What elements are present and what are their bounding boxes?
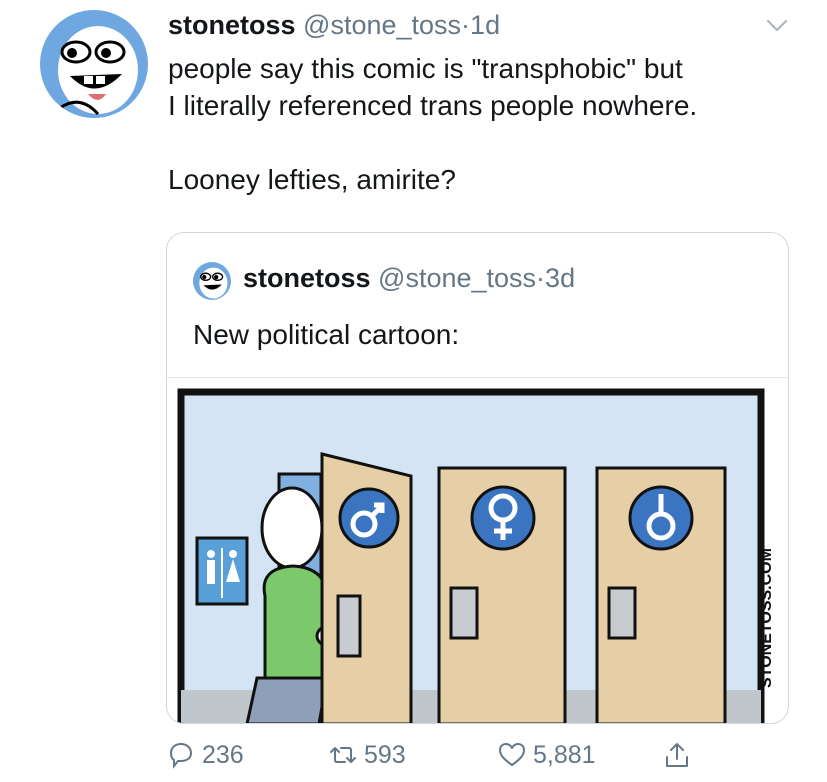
like-button[interactable]: 5,881 xyxy=(497,735,596,775)
tweet-actions: 236 593 5,881 xyxy=(0,735,827,775)
tweet-time[interactable]: 1d xyxy=(470,10,500,40)
quoted-author-avatar[interactable] xyxy=(193,262,231,300)
like-icon xyxy=(499,743,525,766)
comic-image[interactable]: STONETOSS.COM xyxy=(167,377,788,723)
quoted-time[interactable]: 3d xyxy=(545,263,575,293)
restroom-sign-icon xyxy=(195,536,249,606)
quoted-author-name[interactable]: stonetoss xyxy=(243,263,371,293)
share-button[interactable] xyxy=(662,735,698,775)
quoted-author-handle[interactable]: @stone_toss xyxy=(378,263,536,293)
comic-watermark: STONETOSS.COM xyxy=(758,548,775,688)
separator-dot: · xyxy=(536,263,546,293)
share-icon xyxy=(666,743,688,767)
like-count: 5,881 xyxy=(533,740,596,769)
author-name[interactable]: stonetoss xyxy=(168,10,296,40)
tweet-header: stonetoss @stone_toss·1d xyxy=(168,8,500,42)
retweet-icon xyxy=(330,747,356,763)
chevron-down-icon[interactable] xyxy=(762,10,792,40)
reply-icon xyxy=(169,742,193,769)
reply-button[interactable]: 236 xyxy=(166,735,244,775)
author-avatar[interactable] xyxy=(40,10,148,118)
retweet-count: 593 xyxy=(364,740,406,769)
quoted-text: New political cartoon: xyxy=(193,319,460,350)
avatar-face-icon xyxy=(199,267,228,299)
tweet-text-line: people say this comic is "transphobic" b… xyxy=(168,53,683,84)
author-handle[interactable]: @stone_toss xyxy=(303,10,461,40)
quoted-tweet[interactable]: stonetoss @stone_toss·3d New political c… xyxy=(166,232,789,724)
quoted-header: stonetoss @stone_toss·3d xyxy=(243,261,575,295)
tweet-text-line: Looney lefties, amirite? xyxy=(168,164,456,195)
reply-count: 236 xyxy=(202,740,244,769)
separator-dot: · xyxy=(461,10,471,40)
tweet-text: people say this comic is "transphobic" b… xyxy=(168,50,808,198)
tweet-text-line: I literally referenced trans people nowh… xyxy=(168,90,698,121)
avatar-face-icon xyxy=(58,26,138,116)
retweet-button[interactable]: 593 xyxy=(328,735,406,775)
comic-illustration: STONETOSS.COM xyxy=(177,388,775,723)
